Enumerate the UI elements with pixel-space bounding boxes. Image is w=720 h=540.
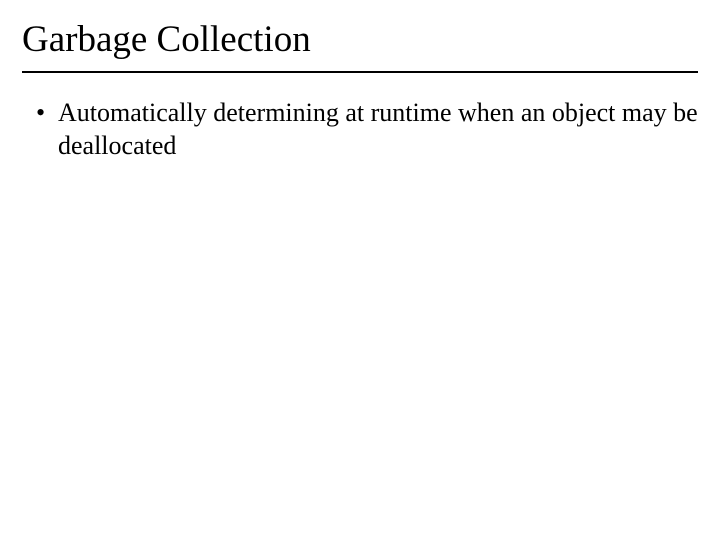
list-item: Automatically determining at runtime whe… [36,97,698,162]
title-divider [22,71,698,73]
bullet-list: Automatically determining at runtime whe… [22,97,698,162]
slide-title: Garbage Collection [22,18,698,61]
